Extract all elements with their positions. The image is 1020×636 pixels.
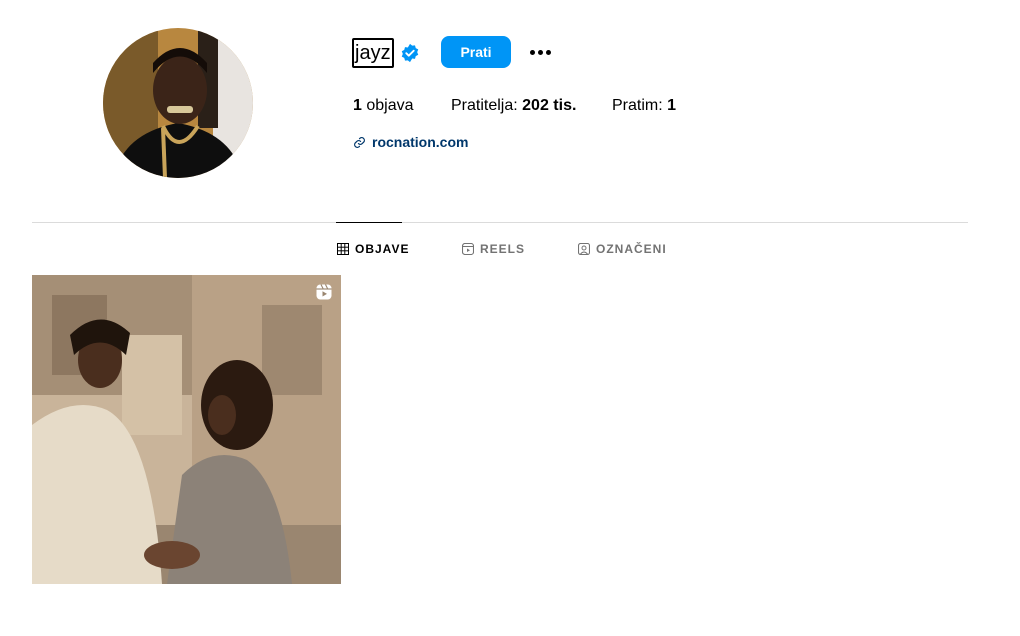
follow-button[interactable]: Prati bbox=[441, 36, 511, 68]
post-image bbox=[32, 275, 341, 584]
active-tab-indicator bbox=[336, 222, 402, 223]
following-stat[interactable]: Pratim: 1 bbox=[612, 96, 676, 116]
grid-icon bbox=[337, 243, 349, 255]
followers-stat[interactable]: Pratitelja: 202 tis. bbox=[451, 96, 576, 116]
tab-posts-label: OBJAVE bbox=[355, 242, 410, 256]
tab-posts[interactable]: OBJAVE bbox=[337, 242, 409, 256]
tabs-divider bbox=[32, 222, 968, 223]
tagged-icon bbox=[578, 243, 590, 255]
external-link[interactable]: rocnation.com bbox=[353, 134, 468, 150]
reels-icon bbox=[462, 243, 474, 255]
reel-icon bbox=[316, 284, 332, 300]
tab-tagged[interactable]: OZNAČENI bbox=[578, 242, 667, 256]
following-count: 1 bbox=[667, 97, 677, 114]
username[interactable]: jayz bbox=[352, 38, 394, 68]
profile-avatar[interactable] bbox=[103, 28, 253, 178]
tab-reels[interactable]: REELS bbox=[462, 242, 525, 256]
posts-count: 1 bbox=[353, 97, 362, 114]
tab-tagged-label: OZNAČENI bbox=[596, 242, 667, 256]
username-row: jayz bbox=[352, 38, 420, 68]
followers-count: 202 tis. bbox=[522, 97, 577, 114]
posts-count-stat: 1 objava bbox=[353, 96, 414, 116]
link-text[interactable]: rocnation.com bbox=[372, 134, 468, 150]
following-label: Pratim: bbox=[612, 97, 663, 114]
followers-label: Pratitelja: bbox=[451, 97, 518, 114]
more-options-icon[interactable] bbox=[526, 40, 554, 64]
verified-badge-icon bbox=[401, 43, 418, 63]
tab-reels-label: REELS bbox=[480, 242, 526, 256]
posts-label: objava bbox=[366, 97, 414, 114]
avatar-image bbox=[103, 28, 253, 178]
link-icon bbox=[354, 136, 365, 148]
post-thumbnail[interactable] bbox=[32, 275, 341, 584]
